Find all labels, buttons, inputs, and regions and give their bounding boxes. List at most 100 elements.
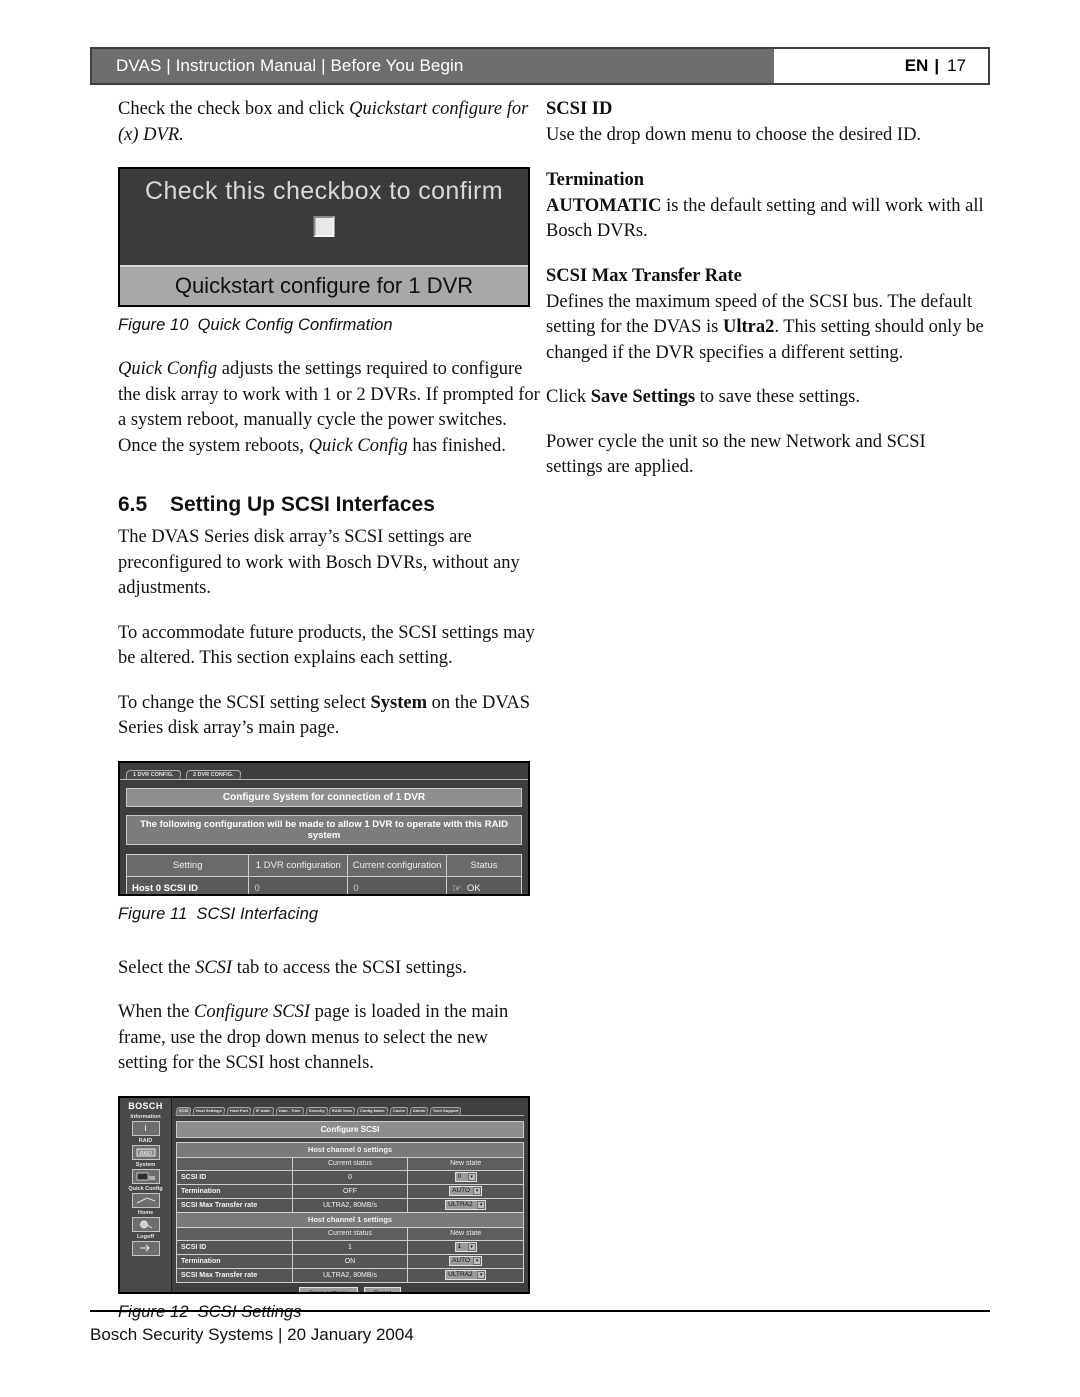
figure-11-label: Figure 11 bbox=[118, 904, 188, 923]
paragraph-4: Select the SCSI tab to access the SCSI s… bbox=[118, 956, 540, 982]
ch0-transfer-rate-dropdown[interactable]: ULTRA2 ▾ bbox=[445, 1200, 487, 1210]
sidebar-item-system[interactable]: System bbox=[120, 1162, 171, 1184]
tab-admin[interactable]: Admin bbox=[409, 1106, 429, 1115]
dvr-configuration-table: Setting 1 DVR configuration Current conf… bbox=[125, 853, 523, 894]
sidebar-item-quick-config[interactable]: Quick Config bbox=[120, 1186, 171, 1208]
reset-button[interactable]: Reset bbox=[364, 1286, 401, 1292]
column-header-current-config: Current configuration bbox=[347, 853, 447, 877]
table-row: SCSI ID 0 0 ▾ bbox=[176, 1169, 524, 1185]
ch1-scsi-id-dropdown-value: 1 bbox=[457, 1243, 462, 1250]
figure-12-caption: Figure 12SCSI Settings bbox=[118, 1303, 540, 1322]
sidebar-item-home-label: Home bbox=[137, 1209, 154, 1216]
tab-ip-addr-label: IP Addr. bbox=[256, 1107, 271, 1113]
dvr-config-tabstrip: 1 DVR CONFIG. 2 DVR CONFIG. bbox=[120, 763, 528, 780]
system-icon[interactable] bbox=[131, 1168, 160, 1184]
ch0-col-blank bbox=[176, 1156, 293, 1171]
ch1-row-termination-current: ON bbox=[291, 1253, 409, 1269]
ch1-row-transfer-rate-newstate: ULTRA2 ▾ bbox=[407, 1267, 524, 1283]
figure-10-caption: Figure 10 Quick Config Confirmation bbox=[118, 316, 540, 335]
tab-tech-support[interactable]: Tech Support bbox=[429, 1106, 463, 1115]
ch1-row-termination-label: Termination bbox=[176, 1253, 293, 1269]
tab-host-settings[interactable]: Host Settings bbox=[192, 1106, 226, 1115]
quick-config-icon[interactable] bbox=[131, 1192, 160, 1208]
table-row: SCSI ID 1 1 ▾ bbox=[176, 1239, 524, 1255]
configure-system-title-bar: Configure System for connection of 1 DVR bbox=[126, 787, 522, 807]
channel-1-group-header: Host channel 1 settings bbox=[176, 1211, 524, 1228]
tab-config-name[interactable]: Config Name bbox=[356, 1106, 389, 1115]
ch0-termination-dropdown[interactable]: AUTO ▾ bbox=[449, 1186, 483, 1196]
ch0-row-scsi-id-current: 0 bbox=[291, 1169, 409, 1185]
power-cycle-paragraph: Power cycle the unit so the new Network … bbox=[546, 431, 926, 478]
tab-2-dvr-config[interactable]: 2 DVR CONFIG. bbox=[185, 769, 241, 779]
row-0-status-text: OK bbox=[466, 882, 481, 894]
table-row: SCSI Max Transfer rate ULTRA2, 80MB/s UL… bbox=[176, 1267, 524, 1283]
tab-scsi[interactable]: SCSI bbox=[175, 1106, 192, 1115]
ch0-row-scsi-id-newstate: 0 ▾ bbox=[407, 1169, 524, 1185]
termination-bold-lead: AUTOMATIC bbox=[546, 195, 662, 216]
ch1-col-current-status: Current status bbox=[291, 1226, 409, 1241]
tab-1-dvr-config[interactable]: 1 DVR CONFIG. bbox=[125, 769, 182, 779]
ch1-row-scsi-id-label: SCSI ID bbox=[176, 1239, 293, 1255]
row-0-current-config: 0 bbox=[347, 875, 447, 894]
row-0-status-cell: ☞ OK bbox=[445, 875, 523, 894]
raid-icon[interactable]: RAID bbox=[131, 1144, 160, 1160]
ch0-row-termination-current: OFF bbox=[291, 1183, 409, 1199]
ch1-transfer-rate-dropdown[interactable]: ULTRA2 ▾ bbox=[445, 1270, 487, 1280]
ch1-termination-dropdown[interactable]: AUTO ▾ bbox=[449, 1256, 483, 1266]
column-header-setting: Setting bbox=[125, 853, 250, 877]
breadcrumb: DVAS | Instruction Manual | Before You B… bbox=[92, 49, 774, 83]
sidebar-item-raid[interactable]: RAID RAID bbox=[120, 1138, 171, 1160]
tab-date-time[interactable]: Date - Time bbox=[275, 1106, 305, 1115]
chevron-down-icon: ▾ bbox=[473, 1257, 482, 1265]
row-0-dvr-config: 0 bbox=[248, 875, 349, 894]
scsi-id-body: Use the drop down menu to choose the des… bbox=[546, 125, 922, 145]
ch0-row-scsi-id-label: SCSI ID bbox=[176, 1169, 293, 1185]
ch0-row-termination-newstate: AUTO ▾ bbox=[407, 1183, 524, 1199]
save-paragraph-bold: Save Settings bbox=[590, 387, 696, 407]
transfer-rate-block: SCSI Max Transfer Rate Defines the maxim… bbox=[546, 264, 986, 367]
logoff-icon[interactable] bbox=[131, 1240, 160, 1256]
section-number: 6.5 bbox=[118, 493, 148, 516]
table-row: SCSI Max Transfer rate ULTRA2, 80MB/s UL… bbox=[176, 1197, 524, 1213]
channel-0-group-header: Host channel 0 settings bbox=[176, 1141, 524, 1158]
figure-11-image: 1 DVR CONFIG. 2 DVR CONFIG. Configure Sy… bbox=[118, 760, 530, 896]
sidebar-item-logoff[interactable]: Logoff bbox=[120, 1234, 171, 1256]
tab-cache[interactable]: Cache bbox=[389, 1106, 409, 1115]
tab-security-label: Security bbox=[308, 1107, 325, 1113]
page-locator: EN | 17 bbox=[774, 49, 988, 83]
info-icon[interactable]: i bbox=[131, 1120, 160, 1136]
tab-security[interactable]: Security bbox=[304, 1106, 328, 1115]
save-settings-button[interactable]: Save settings bbox=[298, 1286, 359, 1292]
tab-ip-addr[interactable]: IP Addr. bbox=[252, 1106, 275, 1115]
tab-raid-view[interactable]: RAID View bbox=[328, 1106, 356, 1115]
tab-2-dvr-config-label: 2 DVR CONFIG. bbox=[192, 771, 234, 778]
paragraph-1: The DVAS Series disk array’s SCSI settin… bbox=[118, 527, 520, 598]
termination-body: AUTOMATIC is the default setting and wil… bbox=[546, 194, 986, 245]
confirm-checkbox[interactable] bbox=[313, 216, 335, 237]
home-icon[interactable] bbox=[131, 1216, 160, 1232]
page-header: DVAS | Instruction Manual | Before You B… bbox=[90, 47, 990, 85]
ch0-scsi-id-dropdown-value: 0 bbox=[457, 1173, 462, 1180]
ch0-transfer-rate-dropdown-value: ULTRA2 bbox=[448, 1201, 473, 1208]
sidebar-item-home[interactable]: Home bbox=[120, 1210, 171, 1232]
chevron-down-icon: ▾ bbox=[477, 1201, 486, 1209]
figure-10-label: Figure 10 bbox=[118, 316, 189, 334]
column-header-status: Status bbox=[445, 853, 523, 877]
table-row: Host 0 SCSI ID 0 0 ☞ OK bbox=[125, 875, 523, 894]
sidebar-item-system-label: System bbox=[135, 1161, 156, 1168]
intro-pre: Check the check box and click bbox=[118, 99, 350, 119]
ch1-col-new-state: New state bbox=[407, 1226, 524, 1241]
ch1-scsi-id-dropdown[interactable]: 1 ▾ bbox=[454, 1242, 477, 1252]
quickstart-configure-button[interactable]: Quickstart configure for 1 DVR bbox=[120, 265, 528, 305]
section-title: Setting Up SCSI Interfaces bbox=[170, 493, 435, 516]
row-0-setting: Host 0 SCSI ID bbox=[125, 875, 250, 894]
ch0-scsi-id-dropdown[interactable]: 0 ▾ bbox=[454, 1172, 477, 1182]
figure-11-banner-area: Configure System for connection of 1 DVR… bbox=[120, 780, 528, 845]
ch0-col-current-status: Current status bbox=[291, 1156, 409, 1171]
footer-divider bbox=[90, 1310, 990, 1312]
tab-host-port[interactable]: Host Port bbox=[226, 1106, 252, 1115]
scsi-id-heading: SCSI ID bbox=[546, 99, 613, 119]
table-row: Termination OFF AUTO ▾ bbox=[176, 1183, 524, 1199]
ch0-termination-dropdown-value: AUTO bbox=[452, 1187, 471, 1194]
sidebar-item-information[interactable]: Information i bbox=[120, 1114, 171, 1136]
